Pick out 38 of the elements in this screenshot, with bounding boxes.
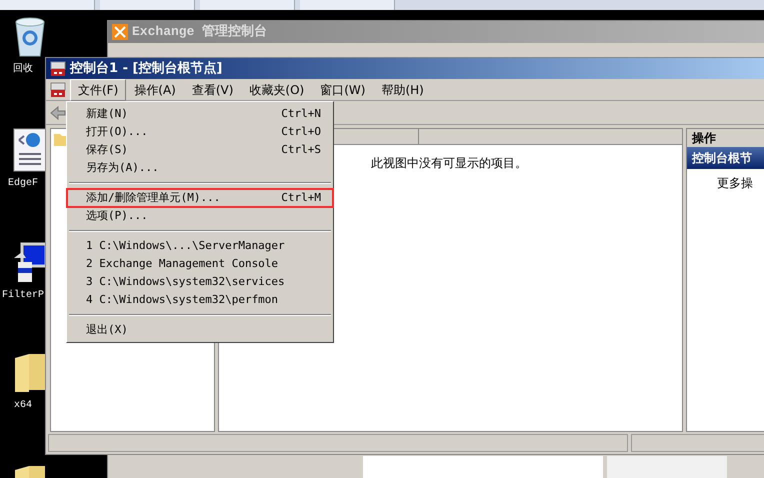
- window-title: Exchange 管理控制台: [132, 23, 268, 42]
- exchange-logo-icon: [112, 24, 128, 40]
- web-page-icon: [13, 128, 47, 172]
- console-icon: [50, 82, 66, 98]
- recycle-bin-icon: [13, 16, 47, 58]
- menu-item[interactable]: 查看(V): [184, 78, 242, 100]
- section-header: 控制台根节: [687, 147, 764, 169]
- menu-item[interactable]: 帮助(H): [373, 78, 432, 100]
- taskbar-tab[interactable]: [0, 0, 95, 10]
- taskbar-tab[interactable]: [100, 0, 195, 10]
- menu-item[interactable]: 窗口(W): [312, 78, 374, 100]
- taskbar-tab[interactable]: [200, 0, 295, 10]
- menu-item[interactable]: 操作(A): [126, 78, 184, 100]
- action-link[interactable]: 更多操: [687, 174, 764, 192]
- menu-item[interactable]: 2 Exchange Management Console: [67, 255, 333, 273]
- window-title: 控制台1 - [控制台根节点]: [70, 60, 222, 78]
- console-icon: [50, 60, 66, 76]
- desktop-icon-label[interactable]: x64: [14, 398, 32, 413]
- taskbar-tab[interactable]: [300, 0, 395, 10]
- desktop-icon-label[interactable]: 回收: [13, 62, 33, 77]
- menu-item[interactable]: 1 C:\Windows\...\ServerManager: [67, 237, 333, 255]
- menu-item[interactable]: 文件(F): [70, 78, 126, 100]
- menu-item[interactable]: 4 C:\Windows\system32\perfmon: [67, 291, 333, 309]
- menu-item[interactable]: 新建(N) Ctrl+N: [67, 105, 333, 123]
- menu-item[interactable]: 退出(X): [67, 321, 333, 339]
- menu-item[interactable]: 选项(P)...: [67, 207, 333, 225]
- menu-item[interactable]: 收藏夹(O): [241, 78, 312, 100]
- desktop-icon-label[interactable]: FilterP: [2, 288, 44, 303]
- menu-item[interactable]: 另存为(A)...: [67, 159, 333, 177]
- menu-item[interactable]: 添加/删除管理单元(M)... Ctrl+M: [67, 189, 333, 207]
- menu-item[interactable]: 保存(S) Ctrl+S: [67, 141, 333, 159]
- pane-title: 操作: [687, 129, 764, 147]
- empty-message: 此视图中没有可显示的项目。: [371, 155, 528, 172]
- folder-icon: [13, 352, 47, 394]
- desktop-icon-label[interactable]: EdgeF: [8, 176, 38, 191]
- menu-item[interactable]: 打开(O)... Ctrl+O: [67, 123, 333, 141]
- menu-item[interactable]: 3 C:\Windows\system32\services: [67, 273, 333, 291]
- back-arrow-icon[interactable]: [50, 106, 66, 120]
